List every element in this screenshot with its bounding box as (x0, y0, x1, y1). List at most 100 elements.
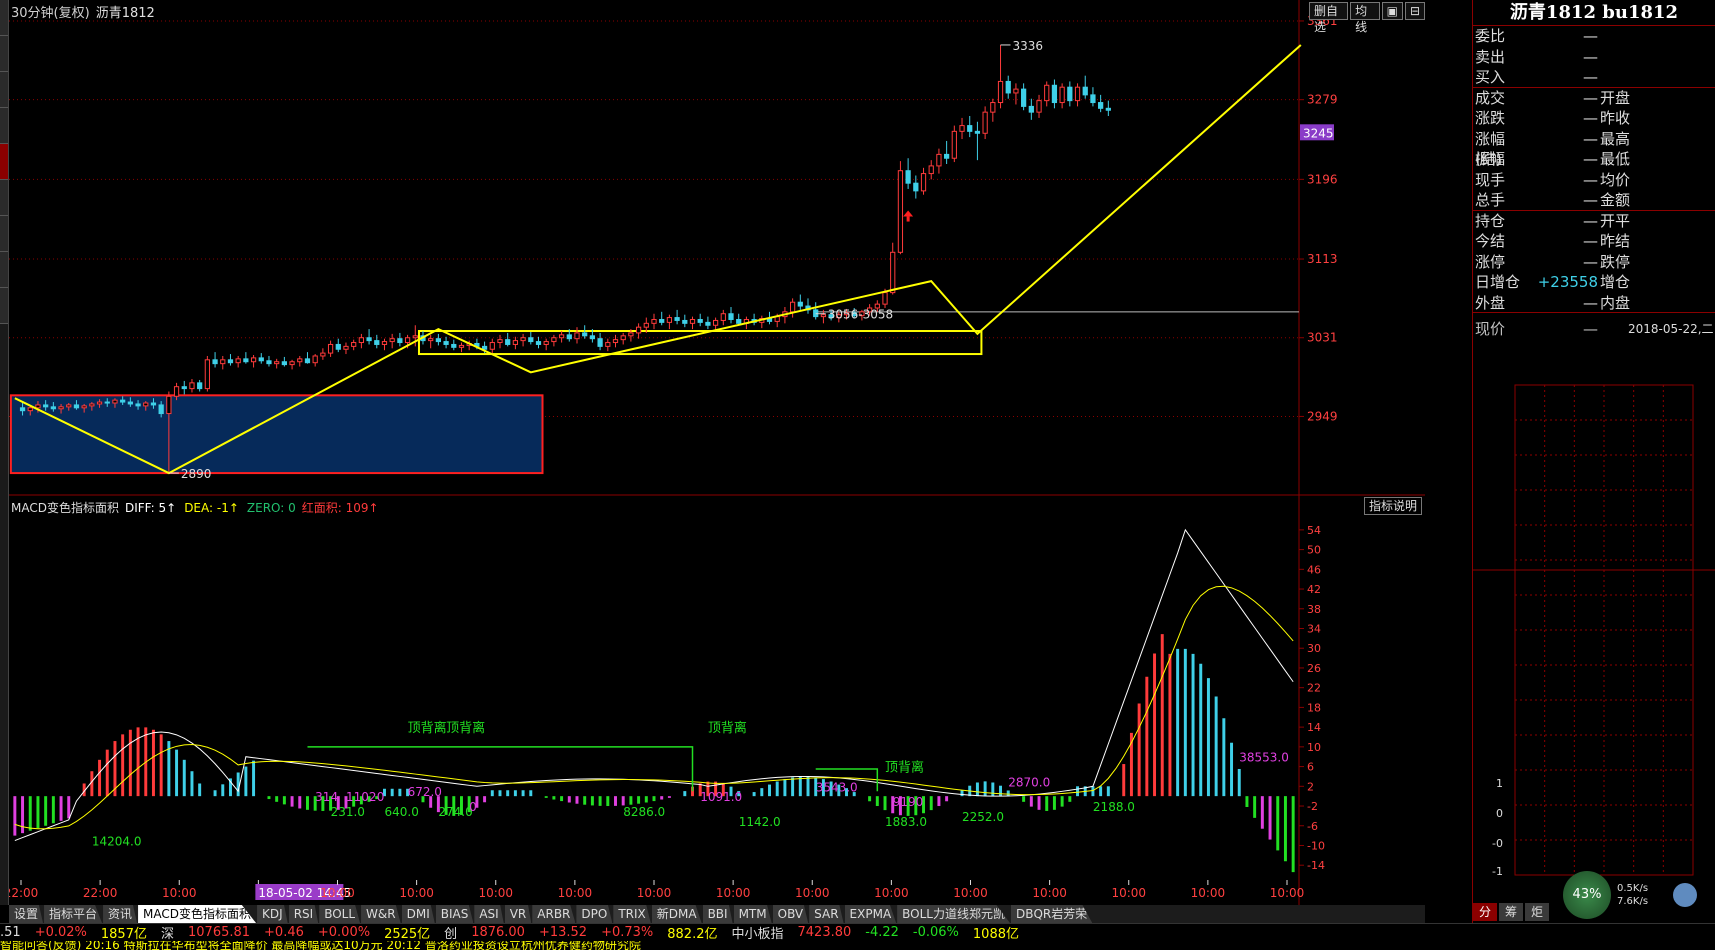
indicator-tab[interactable]: DMI (401, 905, 435, 923)
indicator-tab[interactable]: VR (504, 905, 532, 923)
area-label: 1142.0 (739, 815, 781, 829)
candle-body (820, 314, 827, 318)
x-tick-label: 10:00 (478, 886, 513, 900)
candle-body (27, 407, 33, 412)
candle-body (481, 345, 488, 350)
indicator-tab[interactable]: BOLL (319, 905, 361, 923)
quote-value (1658, 149, 1708, 170)
candle-body (81, 405, 87, 409)
indicator-tab[interactable]: RSI (288, 905, 319, 923)
indicator-tab[interactable]: MACD变色指标面积 (138, 905, 257, 923)
candle-body (366, 337, 372, 342)
zero-value: ZERO: 0 (246, 501, 296, 515)
macd-tick-label: 10 (1307, 741, 1321, 754)
ticker-value: 深 (160, 927, 174, 942)
macd-tick-label: 34 (1307, 622, 1321, 635)
indicator-tab[interactable]: BBI (702, 905, 733, 923)
candle-body (312, 355, 318, 364)
quote-value: — (1583, 109, 1598, 127)
x-tick-label: 10:00 (1191, 886, 1226, 900)
news-ticker: 智能问答(反馈) 20:16 特斯拉在华布型将全面降价 最高降幅或达10万元 2… (0, 941, 641, 950)
candle-body (404, 337, 411, 344)
quote-value: — (1583, 150, 1598, 168)
indicator-tab[interactable]: ARBR (532, 905, 576, 923)
indicator-tab[interactable]: 设置 (9, 905, 44, 923)
indicator-tab[interactable]: MTM (733, 905, 772, 923)
quote-row: 振幅 — 最低 (1473, 149, 1715, 170)
quote-label: 持仓 (1475, 211, 1506, 230)
assistant-ball-icon[interactable] (1673, 883, 1697, 907)
x-tick-label: 10:00 (795, 886, 830, 900)
quote-label: 跌停 (1600, 252, 1631, 271)
side-tab[interactable] (0, 216, 8, 252)
indicator-tab[interactable]: KDJ (257, 905, 288, 923)
macd-tick-label: -14 (1307, 859, 1325, 872)
candle-body (389, 338, 395, 343)
quote-label: 最高 (1600, 129, 1631, 148)
macd-legend: MACD变色指标面积 DIFF: 5↑ DEA: -1↑ ZERO: 0 红面积: 10… (11, 499, 379, 516)
indicator-tab[interactable]: EXPMA (844, 905, 897, 923)
indicator-tab[interactable]: SAR (809, 905, 844, 923)
side-tab[interactable] (0, 108, 8, 144)
right-panel-tab[interactable]: 分 (1473, 903, 1498, 921)
side-tab[interactable] (0, 180, 8, 216)
side-tab[interactable] (0, 0, 8, 36)
quote-label: 昨收 (1600, 109, 1631, 127)
remove-favorite-button[interactable]: 删自选 (1309, 2, 1349, 34)
quote-value: — (1583, 211, 1598, 230)
indicator-tab[interactable]: TRIX (613, 905, 651, 923)
side-tab[interactable] (0, 36, 8, 72)
side-tab[interactable] (0, 288, 8, 324)
candle-body (913, 182, 919, 192)
quote-value: — (1583, 88, 1598, 107)
right-panel-tab[interactable]: 炬 (1525, 903, 1550, 921)
mini-tick-label: -1 (1492, 865, 1503, 878)
candle-body (458, 344, 465, 348)
indicator-tab[interactable]: DPO (576, 905, 613, 923)
candle-body (635, 326, 642, 334)
x-tick-label: 10:00 (716, 886, 751, 900)
indicator-tab[interactable]: W&R (361, 905, 401, 923)
quote-panel: 沥青1812 bu1812 委比 — 卖出 — 买入 — 成交 — 开盘 涨跌 — 昨收 涨幅(结) — 最… (1472, 0, 1715, 923)
area-label: 9190 (893, 795, 924, 809)
side-tab[interactable] (0, 252, 8, 288)
candle-body (967, 125, 973, 132)
candle-body (297, 358, 303, 363)
side-tab-active[interactable] (0, 144, 8, 180)
right-panel-tab[interactable]: 筹 (1499, 903, 1524, 921)
quote-row: 成交 — 开盘 (1473, 88, 1715, 109)
macd-tick-label: 14 (1307, 721, 1321, 734)
indicator-tab[interactable]: BOLL力道线郑元凯 (897, 905, 1010, 923)
indicator-tab[interactable]: 新DMA (651, 905, 702, 923)
indicator-tab[interactable]: BIAS (435, 905, 474, 923)
ma-button[interactable]: 均线 (1350, 2, 1380, 34)
indicator-tab[interactable]: DBQR岩芳荣 (1011, 905, 1093, 923)
quote-label: 昨结 (1600, 232, 1631, 250)
indicator-tab[interactable]: ASI (474, 905, 504, 923)
indicator-tab[interactable]: 资讯 (103, 905, 138, 923)
x-tick-label: 10:00 (162, 886, 197, 900)
ticker-value: 1876.00 (471, 925, 525, 940)
dea-value: DEA: -1↑ (184, 501, 239, 515)
window-icon[interactable]: ▣ (1381, 2, 1403, 20)
indicator-help-button[interactable]: 指标说明 (1364, 497, 1423, 515)
candle-body (1082, 86, 1088, 96)
chart-area[interactable]: 2949303131133196327933613245333628903056… (9, 0, 1425, 905)
side-tab[interactable] (0, 72, 8, 108)
network-speed-gauge[interactable]: 43% (1563, 871, 1611, 919)
left-side-tabs[interactable] (0, 0, 9, 905)
candle-body (250, 357, 257, 363)
candle-body (897, 170, 904, 253)
minimize-icon[interactable]: ⊟ (1404, 2, 1425, 20)
area-label: 1883.0 (885, 815, 927, 829)
candle-body (35, 404, 41, 409)
candle-body (374, 340, 380, 345)
candle-body (697, 318, 703, 323)
area-label: 0 (377, 790, 385, 804)
candle-body (597, 338, 603, 347)
price-label: 现价 (1475, 320, 1506, 338)
indicator-tab[interactable]: OBV (772, 905, 809, 923)
indicator-tab[interactable]: 指标平台 (44, 905, 103, 923)
kline-macd-chart[interactable]: 2949303131133196327933613245333628903056… (9, 0, 1425, 905)
candle-body (320, 352, 326, 357)
